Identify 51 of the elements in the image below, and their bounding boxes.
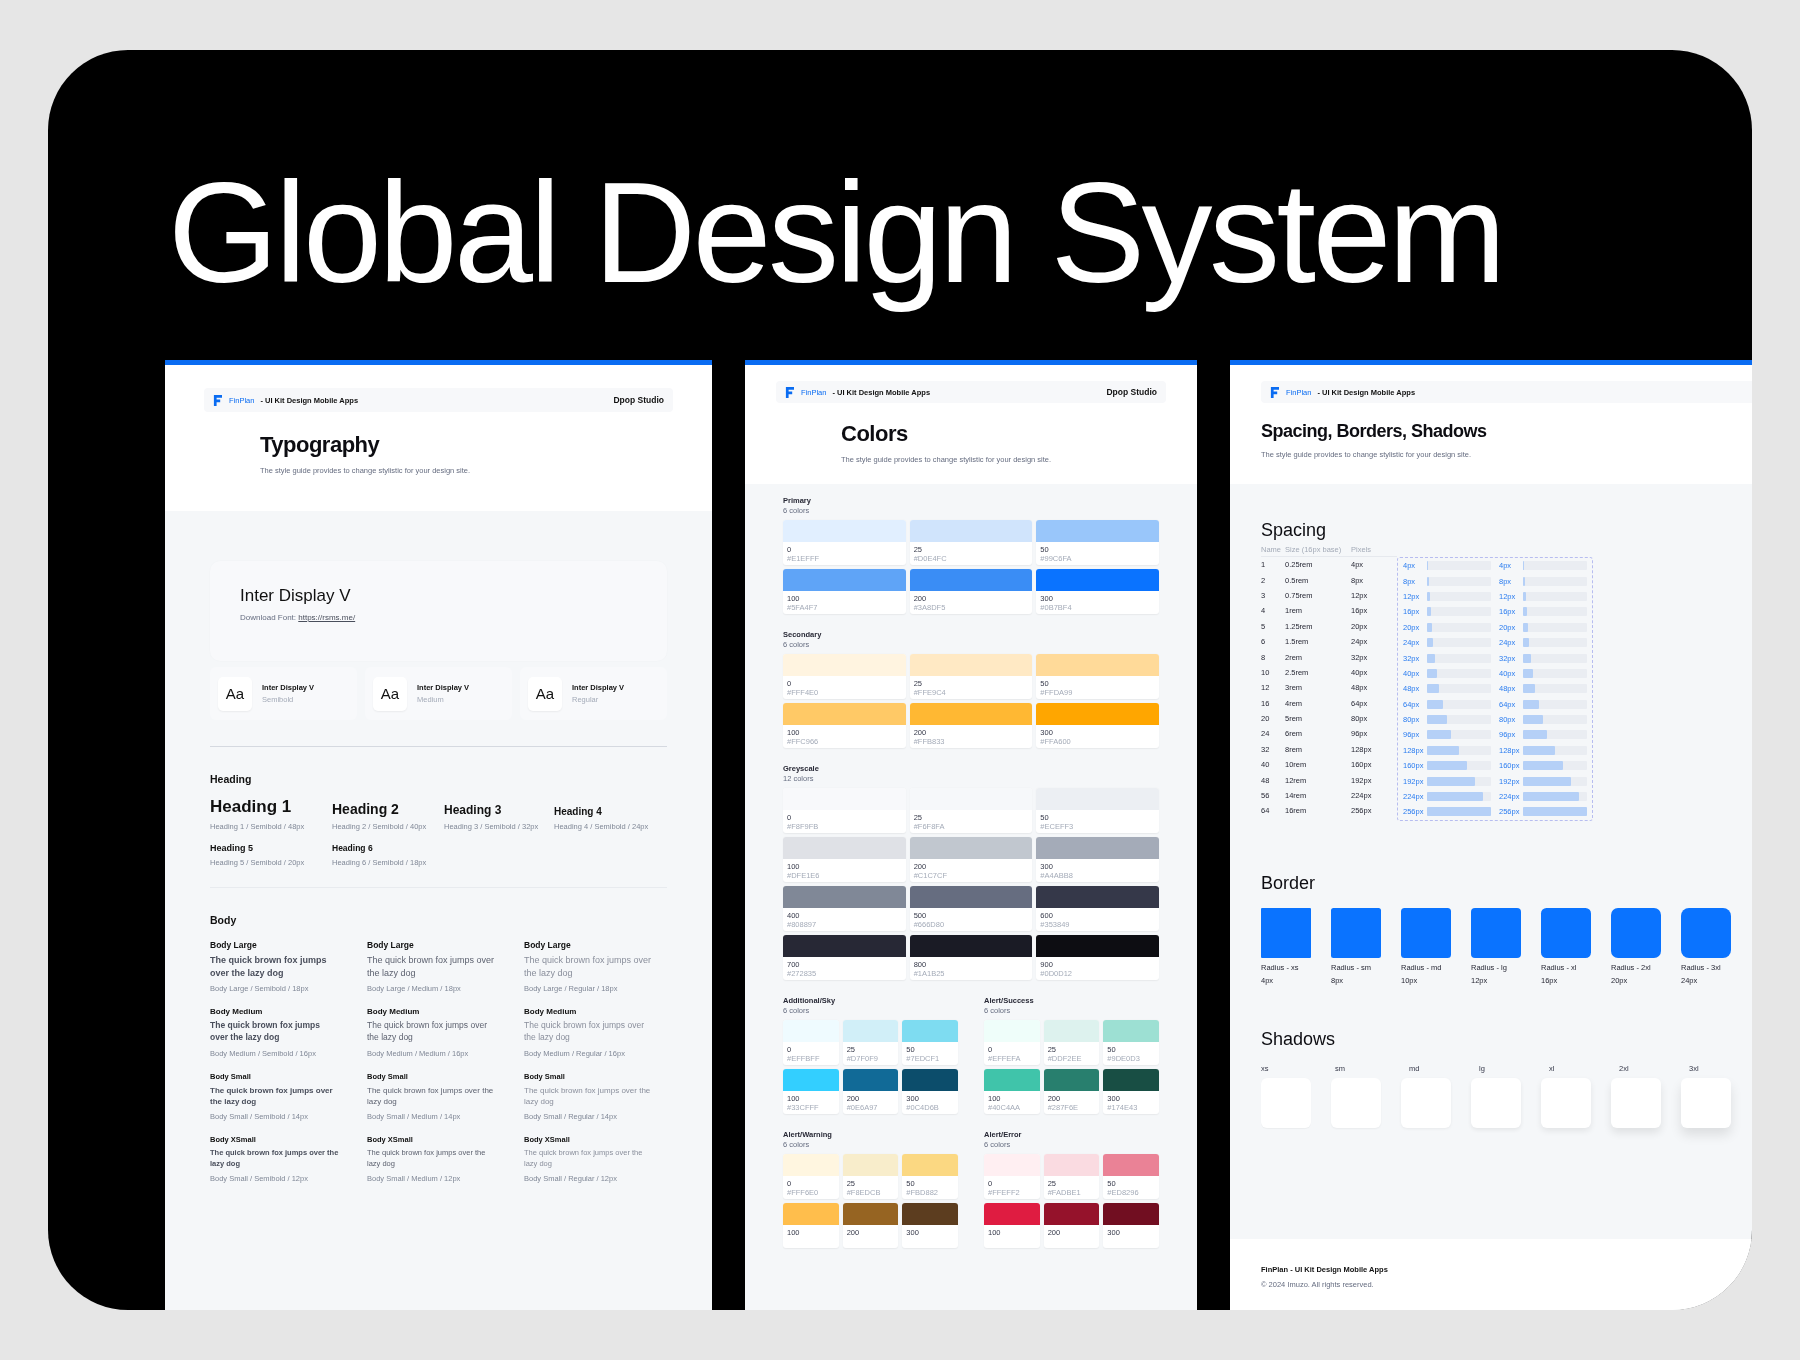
page-title: Colors bbox=[841, 421, 909, 447]
body-sample: The quick brown fox jumps over the lazy dog bbox=[210, 1084, 334, 1108]
body-label: Body Medium bbox=[367, 1007, 421, 1017]
radius-square bbox=[1401, 907, 1451, 958]
section-title: Spacing bbox=[1261, 520, 1328, 541]
font-name: Inter Display V bbox=[240, 586, 352, 606]
body-sample: The quick brown fox jumps over the lazy dog bbox=[367, 1084, 495, 1108]
section-title: Border bbox=[1261, 872, 1317, 894]
heading-sample: Heading 1 bbox=[210, 797, 293, 817]
radius-square bbox=[1261, 907, 1311, 958]
logo-icon bbox=[1270, 386, 1279, 398]
heading-sample: Heading 5 bbox=[210, 843, 254, 853]
heading-sample: Heading 3 bbox=[444, 803, 503, 817]
logo-icon bbox=[213, 394, 222, 406]
font-sample: Aa bbox=[528, 676, 562, 711]
body-label: Body Large bbox=[524, 940, 572, 950]
body-sample: The quick brown fox jumps over the lazy dog bbox=[524, 954, 653, 980]
body-label: Body Large bbox=[367, 940, 415, 950]
radius-square bbox=[1331, 907, 1381, 958]
heading-sample: Heading 4 bbox=[554, 806, 603, 817]
font-sample: Aa bbox=[218, 676, 252, 711]
font-sample: Aa bbox=[373, 676, 407, 711]
radius-square bbox=[1681, 907, 1731, 958]
body-sample: The quick brown fox jumps over the lazy dog bbox=[210, 1020, 322, 1044]
shadow-square bbox=[1541, 1077, 1591, 1128]
section-title: Body bbox=[210, 914, 238, 926]
body-label: Body Large bbox=[210, 940, 258, 950]
page-title: Typography bbox=[260, 432, 381, 458]
shadow-square bbox=[1681, 1077, 1731, 1128]
logo-icon bbox=[785, 386, 794, 398]
studio-name: Dpop Studio bbox=[613, 395, 664, 405]
heading-sample: Heading 6 bbox=[332, 843, 374, 853]
section-title: Shadows bbox=[1261, 1028, 1337, 1050]
radius-square bbox=[1471, 907, 1521, 958]
download-text: Download Font: https://rsms.me/ bbox=[240, 613, 357, 622]
body-label: Body Medium bbox=[210, 1007, 264, 1017]
section-title: Heading bbox=[210, 773, 253, 785]
radius-square bbox=[1541, 907, 1591, 958]
radius-square bbox=[1611, 907, 1661, 958]
shadow-square bbox=[1611, 1077, 1661, 1128]
font-link[interactable]: https://rsms.me/ bbox=[298, 613, 356, 622]
body-sample: The quick brown fox jumps over the lazy dog bbox=[524, 1020, 645, 1044]
body-sample: The quick brown fox jumps over the lazy dog bbox=[524, 1084, 652, 1108]
body-sample: The quick brown fox jumps over the lazy dog bbox=[367, 954, 496, 980]
page-title: Spacing, Borders, Shadows bbox=[1261, 421, 1488, 442]
body-sample: The quick brown fox jumps over the lazy dog bbox=[367, 1020, 488, 1044]
studio-name: Dpop Studio bbox=[1106, 387, 1157, 397]
hero-title: Global Design System bbox=[167, 152, 1504, 314]
heading-sample: Heading 2 bbox=[332, 801, 400, 817]
body-sample: The quick brown fox jumps over the lazy dog bbox=[210, 954, 328, 980]
body-label: Body Medium bbox=[524, 1007, 578, 1017]
